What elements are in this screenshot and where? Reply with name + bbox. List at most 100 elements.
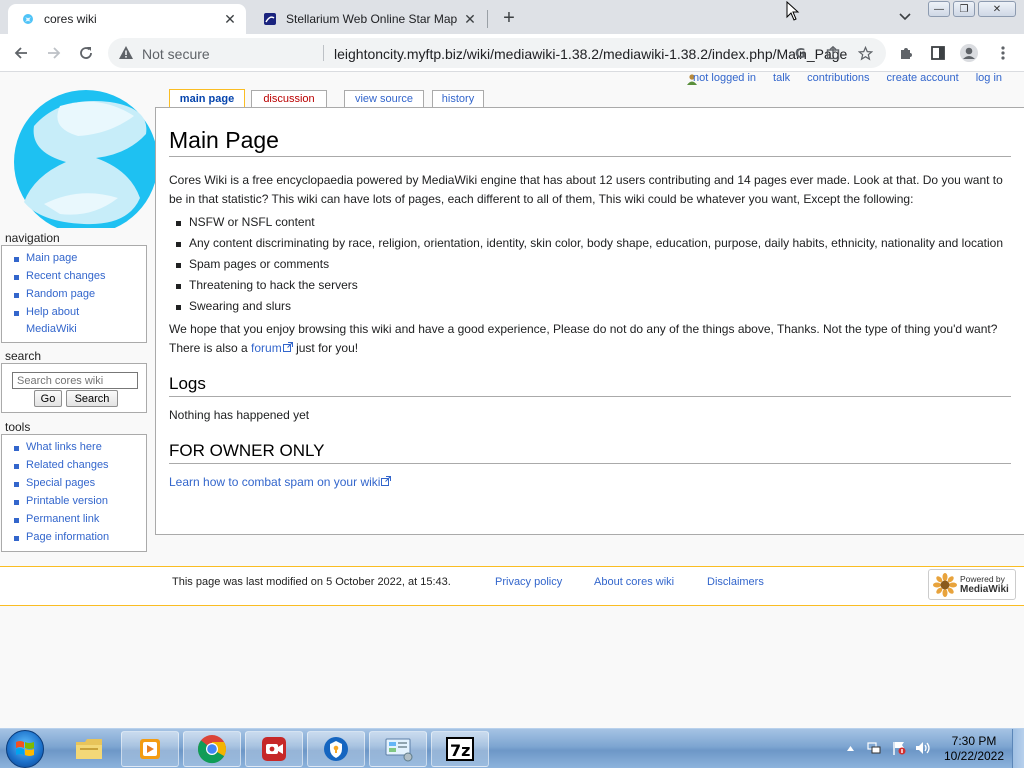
bookmark-star-icon[interactable] xyxy=(856,44,874,62)
powered-by-line1: Powered by xyxy=(960,574,1005,584)
media-player-icon xyxy=(140,739,160,759)
sidebar-item-recent-changes[interactable]: Recent changes xyxy=(14,268,140,285)
sidebar-item-page-information[interactable]: Page information xyxy=(14,529,140,546)
action-center-flag-icon[interactable] xyxy=(891,740,907,756)
control-panel-icon xyxy=(385,738,413,762)
warning-icon[interactable] xyxy=(118,45,134,61)
new-tab-button[interactable]: + xyxy=(498,7,520,29)
page-title: Main Page xyxy=(169,126,1011,157)
browser-toolbar: Not secure leightoncity.myftp.biz/wiki/m… xyxy=(0,34,1024,72)
omnibox-divider xyxy=(323,45,324,61)
outro-paragraph: We hope that you enjoy browsing this wik… xyxy=(169,320,1011,358)
list-item: Threatening to hack the servers xyxy=(175,276,1011,295)
start-button[interactable] xyxy=(6,730,44,768)
minimize-button[interactable]: — xyxy=(928,1,950,17)
taskbar-vpn[interactable] xyxy=(307,731,365,767)
forum-link[interactable]: forum xyxy=(251,341,282,355)
clock-time: 7:30 PM xyxy=(951,734,997,748)
back-arrow-icon[interactable] xyxy=(9,41,33,65)
browser-tab-strip: cores wiki ✕ Stellarium Web Online Star … xyxy=(0,0,1024,34)
go-button[interactable]: Go xyxy=(34,390,62,407)
chrome-icon xyxy=(197,735,226,764)
list-item: Spam pages or comments xyxy=(175,255,1011,274)
restore-button[interactable]: ❐ xyxy=(953,1,975,17)
taskbar-screen-recorder[interactable] xyxy=(245,731,303,767)
vpn-shield-icon xyxy=(324,737,348,761)
taskbar-chrome[interactable] xyxy=(183,731,241,767)
tab-history[interactable]: history xyxy=(432,90,484,107)
sidebar-item-what-links-here[interactable]: What links here xyxy=(14,439,140,456)
list-item: NSFW or NSFL content xyxy=(175,213,1011,232)
disclaimers-link[interactable]: Disclaimers xyxy=(707,576,764,588)
sidebar-item-related-changes[interactable]: Related changes xyxy=(14,457,140,474)
windows-taskbar: 7z 7:30 PM 10/22/2022 xyxy=(0,728,1024,768)
taskbar-clock[interactable]: 7:30 PM 10/22/2022 xyxy=(942,734,1006,764)
talk-link[interactable]: talk xyxy=(773,72,790,88)
sidebar-item-random-page[interactable]: Random page xyxy=(14,286,140,303)
tab-stellarium[interactable]: Stellarium Web Online Star Map ✕ xyxy=(250,4,486,34)
tab-title: Stellarium Web Online Star Map xyxy=(286,12,458,26)
tab-discussion[interactable]: discussion xyxy=(251,90,327,107)
navigation-heading: navigation xyxy=(5,231,60,245)
contributions-link[interactable]: contributions xyxy=(807,72,869,88)
site-logo[interactable] xyxy=(0,86,160,228)
close-tab-icon[interactable]: ✕ xyxy=(220,9,240,29)
taskbar-media-player[interactable] xyxy=(121,731,179,767)
close-tab-icon[interactable]: ✕ xyxy=(460,9,480,29)
personal-tools: not logged in talk contributions create … xyxy=(693,72,1002,88)
powered-by-text: Powered by MediaWiki xyxy=(960,574,1009,595)
powered-by-mediawiki-badge[interactable]: Powered by MediaWiki xyxy=(928,569,1016,600)
share-icon[interactable] xyxy=(824,44,842,62)
intro-paragraph: Cores Wiki is a free encyclopaedia power… xyxy=(169,173,1003,206)
page-footer: This page was last modified on 5 October… xyxy=(0,566,1024,606)
taskbar-file-explorer[interactable] xyxy=(60,731,118,767)
external-link-icon xyxy=(282,342,293,352)
search-input[interactable] xyxy=(12,372,138,389)
svg-text:G: G xyxy=(795,47,806,60)
sidebar-item-main-page[interactable]: Main page xyxy=(14,250,140,267)
extensions-puzzle-icon[interactable] xyxy=(894,41,918,65)
chrome-menu-icon[interactable] xyxy=(991,41,1015,65)
taskbar-control-panel[interactable] xyxy=(369,731,427,767)
show-desktop-button[interactable] xyxy=(1012,729,1024,768)
spam-paragraph: Learn how to combat spam on your wiki xyxy=(169,473,1011,492)
side-panel-icon[interactable] xyxy=(926,41,950,65)
list-item: Swearing and slurs xyxy=(175,297,1011,316)
security-label[interactable]: Not secure xyxy=(142,46,210,62)
owner-heading: FOR OWNER ONLY xyxy=(169,440,1011,464)
tab-main-page[interactable]: main page xyxy=(169,89,245,107)
tab-view-source[interactable]: view source xyxy=(344,90,424,107)
reload-icon[interactable] xyxy=(74,41,98,65)
tab-separator xyxy=(487,10,488,28)
wiki-favicon-icon xyxy=(20,11,36,27)
taskbar-7zip[interactable]: 7z xyxy=(431,731,489,767)
privacy-policy-link[interactable]: Privacy policy xyxy=(495,576,562,588)
search-button[interactable]: Search xyxy=(66,390,118,407)
logs-text: Nothing has happened yet xyxy=(169,408,310,422)
tab-search-chevron-icon[interactable] xyxy=(896,9,914,25)
url-text[interactable]: leightoncity.myftp.biz/wiki/mediawiki-1.… xyxy=(334,46,847,62)
sidebar-item-special-pages[interactable]: Special pages xyxy=(14,475,140,492)
log-in-link[interactable]: log in xyxy=(976,72,1002,88)
tab-cores-wiki[interactable]: cores wiki ✕ xyxy=(8,4,246,34)
close-window-button[interactable]: ✕ xyxy=(978,1,1016,17)
article-content: Main Page Cores Wiki is a free encyclopa… xyxy=(155,107,1024,535)
sidebar-item-permanent-link[interactable]: Permanent link xyxy=(14,511,140,528)
tools-heading: tools xyxy=(5,420,31,434)
clock-date: 10/22/2022 xyxy=(943,749,1005,763)
volume-icon[interactable] xyxy=(914,740,932,756)
combat-spam-link[interactable]: Learn how to combat spam on your wiki xyxy=(169,475,380,489)
about-link[interactable]: About cores wiki xyxy=(594,576,674,588)
google-translate-icon[interactable]: G xyxy=(792,44,810,62)
sidebar-item-help[interactable]: Help about MediaWiki xyxy=(14,304,94,338)
forward-arrow-icon[interactable] xyxy=(42,41,66,65)
profile-avatar-icon[interactable] xyxy=(957,41,981,65)
7zip-icon: 7z xyxy=(446,737,474,761)
create-account-link[interactable]: create account xyxy=(887,72,959,88)
sidebar-item-printable-version[interactable]: Printable version xyxy=(14,493,140,510)
network-icon[interactable] xyxy=(866,740,882,756)
show-hidden-icons-chevron-icon[interactable] xyxy=(846,745,855,752)
logs-heading: Logs xyxy=(169,373,1011,397)
outro-text-end: just for you! xyxy=(292,341,359,355)
address-bar[interactable]: Not secure leightoncity.myftp.biz/wiki/m… xyxy=(108,38,886,68)
